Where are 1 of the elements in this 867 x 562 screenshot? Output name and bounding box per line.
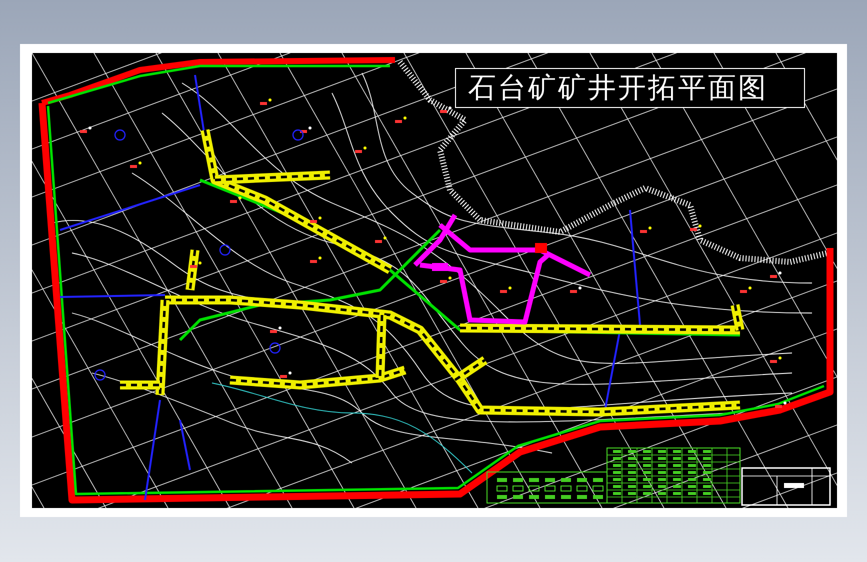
drawing-title: 石台矿矿井开拓平面图 [455,68,805,108]
